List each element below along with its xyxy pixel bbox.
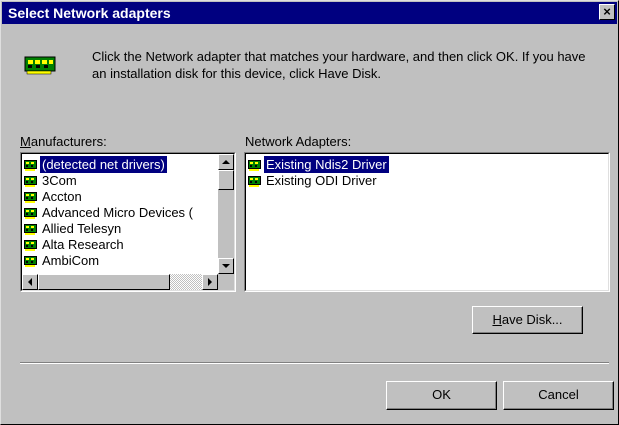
close-button[interactable]: × bbox=[599, 4, 615, 20]
network-adapter-icon bbox=[24, 191, 38, 208]
network-adapter-icon bbox=[24, 255, 38, 272]
manufacturer-item-label: Accton bbox=[42, 189, 82, 204]
network-adapter-icon bbox=[248, 159, 262, 176]
manufacturer-item-label: (detected net drivers) bbox=[40, 156, 167, 173]
network-adapters-label: Network Adapters: bbox=[245, 134, 352, 149]
network-adapter-icon bbox=[24, 207, 38, 224]
horizontal-scroll-thumb[interactable] bbox=[38, 274, 170, 290]
network-adapter-large-icon bbox=[24, 56, 56, 75]
cancel-button[interactable]: Cancel bbox=[503, 381, 614, 410]
manufacturer-item-label: Allied Telesyn bbox=[42, 221, 122, 236]
manufacturer-item-label: Advanced Micro Devices ( bbox=[42, 205, 193, 220]
instructions-text: Click the Network adapter that matches y… bbox=[92, 49, 586, 81]
arrow-down-icon bbox=[222, 264, 230, 268]
manufacturer-item-label: AmbiCom bbox=[42, 253, 100, 268]
close-icon: × bbox=[603, 4, 611, 19]
network-adapter-icon bbox=[248, 175, 262, 192]
scroll-right-button[interactable] bbox=[202, 274, 218, 290]
network-adapters-listbox[interactable]: Existing ODI Driver Existing Ndis2 Driver bbox=[244, 152, 610, 292]
manufacturers-label: Manufacturers: bbox=[20, 134, 107, 149]
network-adapter-icon bbox=[24, 239, 38, 256]
have-disk-button[interactable]: Have Disk... bbox=[472, 306, 583, 334]
network-adapter-icon bbox=[24, 175, 38, 192]
ok-button[interactable]: OK bbox=[386, 381, 497, 410]
vertical-scroll-thumb[interactable] bbox=[218, 170, 234, 190]
arrow-right-icon bbox=[208, 278, 212, 286]
title-bar: Select Network adapters × bbox=[2, 2, 617, 24]
network-adapter-icon bbox=[24, 223, 38, 240]
separator bbox=[20, 362, 609, 364]
scroll-down-button[interactable] bbox=[218, 258, 234, 274]
arrow-up-icon bbox=[222, 160, 230, 164]
scroll-up-button[interactable] bbox=[218, 154, 234, 170]
adapter-item-label: Existing ODI Driver bbox=[266, 173, 377, 188]
window-title: Select Network adapters bbox=[8, 5, 171, 21]
network-adapter-icon bbox=[24, 159, 38, 176]
scroll-left-button[interactable] bbox=[22, 274, 38, 290]
scroll-corner bbox=[218, 274, 234, 290]
select-network-adapters-dialog: Select Network adapters × Click the Netw… bbox=[0, 0, 619, 425]
arrow-left-icon bbox=[28, 278, 32, 286]
manufacturer-item-label: Alta Research bbox=[42, 237, 124, 252]
manufacturers-listbox[interactable]: AmbiCom Alta Research Allied Telesyn Advanc… bbox=[20, 152, 236, 292]
adapter-item-label: Existing Ndis2 Driver bbox=[264, 156, 389, 173]
manufacturer-item-label: 3Com bbox=[42, 173, 77, 188]
